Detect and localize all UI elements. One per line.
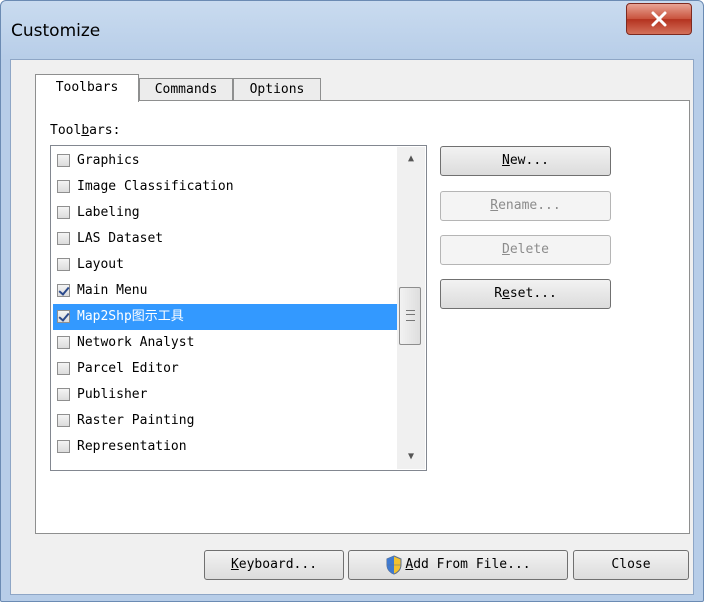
list-item[interactable]: Graphics	[53, 148, 397, 174]
shield-icon	[386, 554, 402, 575]
checkbox[interactable]	[57, 336, 70, 349]
add-from-file-button[interactable]: Add From File...	[348, 550, 568, 580]
tab-options[interactable]: Options	[233, 78, 321, 100]
keyboard-button[interactable]: Keyboard...	[204, 550, 344, 580]
list-item[interactable]: Representation	[53, 434, 397, 460]
checkbox-checked[interactable]	[57, 284, 70, 297]
tab-toolbars[interactable]: Toolbars	[35, 74, 139, 102]
list-item[interactable]: Network Analyst	[53, 330, 397, 356]
grip-icon	[406, 310, 415, 321]
title-bar[interactable]: Customize	[1, 1, 703, 59]
vertical-scrollbar[interactable]: ▲ ▼	[397, 147, 425, 469]
close-button[interactable]: Close	[573, 550, 689, 580]
reset-button[interactable]: Reset...	[440, 279, 611, 309]
checkbox[interactable]	[57, 362, 70, 375]
list-item[interactable]: Main Menu	[53, 278, 397, 304]
checkbox[interactable]	[57, 232, 70, 245]
checkbox[interactable]	[57, 440, 70, 453]
toolbars-list-label: Toolbars:	[50, 123, 121, 138]
new-button[interactable]: New...	[440, 146, 611, 176]
list-item-selected[interactable]: Map2Shp图示工具	[53, 304, 397, 330]
toolbars-tab-panel: Toolbars: Graphics Image Classification …	[35, 100, 690, 534]
list-item[interactable]: Image Classification	[53, 174, 397, 200]
tab-commands[interactable]: Commands	[139, 78, 233, 100]
customize-dialog: Customize Toolbars Commands Options Tool…	[0, 0, 704, 602]
checkbox[interactable]	[57, 180, 70, 193]
list-item[interactable]: Raster Painting	[53, 408, 397, 434]
scroll-up-arrow-icon[interactable]: ▲	[397, 147, 425, 171]
checkbox[interactable]	[57, 414, 70, 427]
scroll-down-arrow-icon[interactable]: ▼	[397, 445, 425, 469]
list-item[interactable]: Parcel Editor	[53, 356, 397, 382]
checkbox[interactable]	[57, 154, 70, 167]
delete-button[interactable]: Delete	[440, 235, 611, 265]
rename-button[interactable]: Rename...	[440, 191, 611, 221]
list-item[interactable]: Labeling	[53, 200, 397, 226]
close-icon	[651, 11, 667, 27]
toolbars-listbox[interactable]: Graphics Image Classification Labeling L…	[50, 145, 427, 471]
window-close-button[interactable]	[626, 3, 692, 35]
list-item[interactable]: Layout	[53, 252, 397, 278]
dialog-client-area: Toolbars Commands Options Toolbars: Grap…	[10, 59, 694, 595]
checkbox-checked[interactable]	[57, 310, 70, 323]
checkbox[interactable]	[57, 388, 70, 401]
list-item[interactable]: Publisher	[53, 382, 397, 408]
checkbox[interactable]	[57, 258, 70, 271]
checkbox[interactable]	[57, 206, 70, 219]
window-title: Customize	[11, 21, 101, 41]
list-item[interactable]: LAS Dataset	[53, 226, 397, 252]
scrollbar-thumb[interactable]	[399, 287, 421, 345]
